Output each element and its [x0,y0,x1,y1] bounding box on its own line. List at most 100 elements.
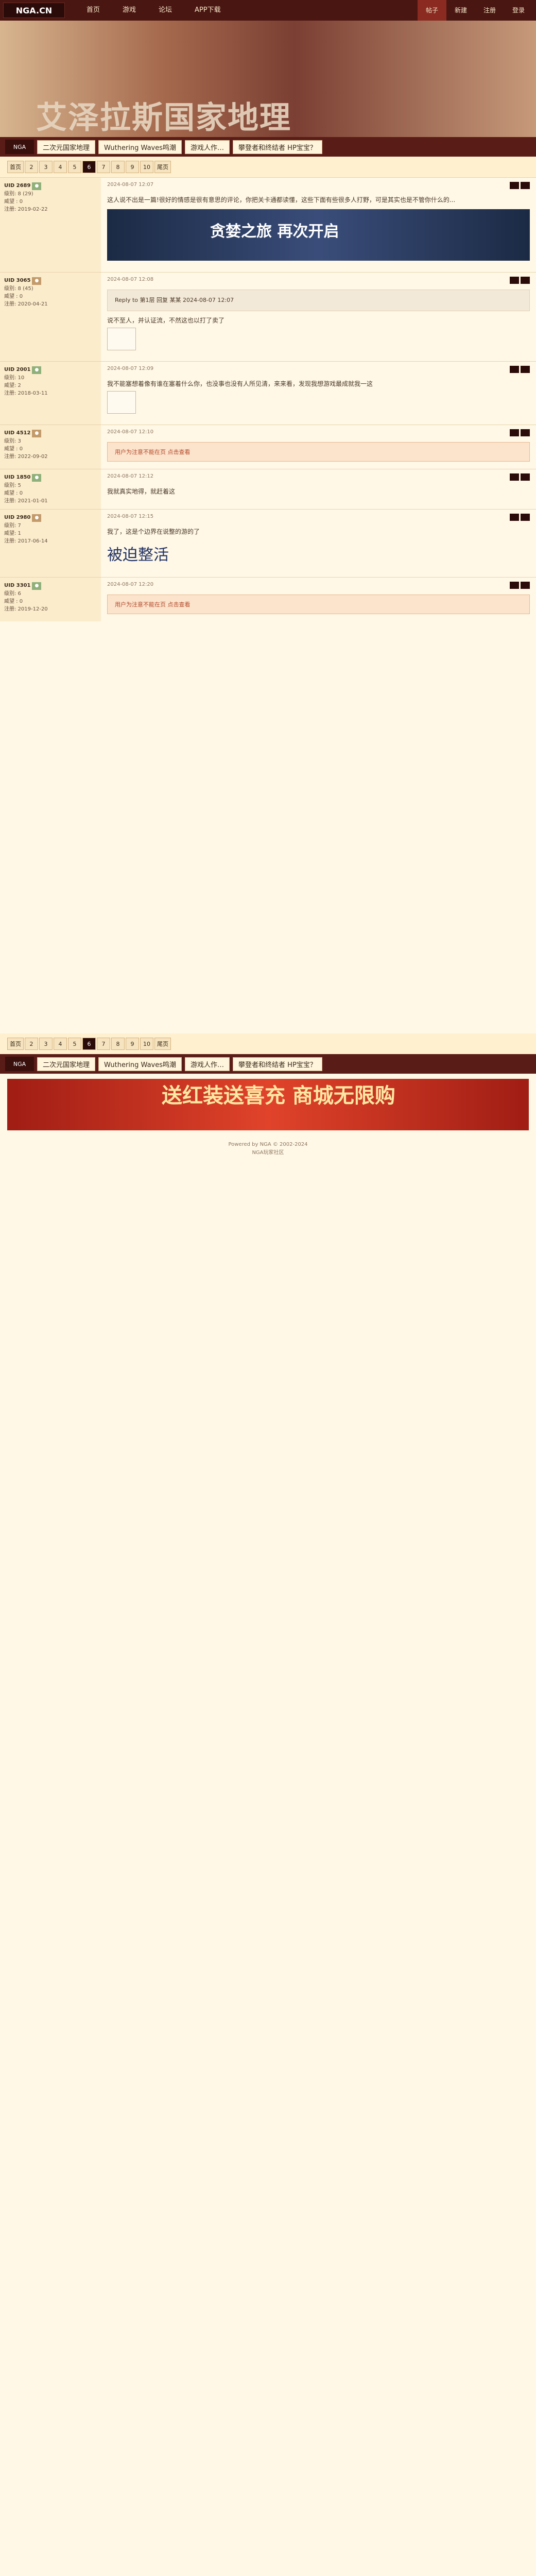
site-logo[interactable]: NGA.CN [3,3,65,18]
page-link[interactable]: 3 [39,161,53,173]
ad-banner[interactable]: 贪婪之旅 再次开启 [107,209,530,261]
post-time: 2024-08-07 12:15 [107,514,154,519]
menu-posts[interactable]: 帖子 [417,0,446,21]
footer-ad-banner[interactable]: 送红装送喜充 商城无限购 [7,1079,529,1130]
page-first[interactable]: 首页 [7,1038,24,1050]
post-body: 2024-08-07 12:08 Reply to 第1层 回复 某某 2024… [101,273,536,361]
post-text: 我了，这是个边界在说整的游的了 [107,528,200,535]
footer-line: Powered by NGA © 2002-2024 [228,1142,308,1147]
author-meta: 威望 : 0 [4,599,23,604]
breadcrumb-home[interactable]: NGA [5,1057,34,1071]
page-link[interactable]: 10 [140,161,153,173]
post: UID 2689 ● 级别: 8 (29) 威望 : 0 注册: 2019-02-… [0,177,536,272]
author-uid[interactable]: UID 2980 [4,515,30,520]
post-actions [508,473,530,482]
page-link[interactable]: 4 [54,161,67,173]
banner-title: 艾泽拉斯国家地理 [36,100,291,136]
breadcrumb-item[interactable]: 游戏人作… [185,1057,230,1071]
post-header: 2024-08-07 12:15 [107,514,530,522]
author-uid[interactable]: UID 3065 [4,278,30,283]
top-bar: NGA.CN 首页 游戏 论坛 APP下载 帖子 新建 注册 登录 [0,0,536,21]
page-link[interactable]: 9 [126,1038,139,1050]
author-meta: 威望 : 0 [4,490,23,496]
breadcrumb-item[interactable]: Wuthering Waves鸣潮 [98,140,182,154]
author-uid[interactable]: UID 1850 [4,474,30,480]
nav-home[interactable]: 首页 [75,0,111,21]
user-badge: ● [32,430,42,437]
page-link[interactable]: 10 [140,1038,153,1050]
author-meta: 注册: 2019-12-20 [4,606,48,612]
page-link[interactable]: 7 [97,1038,110,1050]
author-meta: 注册: 2020-04-21 [4,301,48,307]
author-uid[interactable]: UID 3301 [4,583,30,588]
menu-icon[interactable] [521,429,530,436]
menu-register[interactable]: 注册 [475,0,504,21]
page-link[interactable]: 9 [126,161,139,173]
user-badge: ● [32,514,42,522]
author-meta: 级别: 7 [4,523,21,529]
reply-icon[interactable] [510,582,519,589]
reply-icon[interactable] [510,473,519,481]
page-link[interactable]: 5 [68,161,81,173]
reply-icon[interactable] [510,514,519,521]
reply-icon[interactable] [510,366,519,373]
hidden-post-notice[interactable]: 用户为注意不能在页 点击查看 [107,442,530,462]
nav-games[interactable]: 游戏 [111,0,147,21]
page-link[interactable]: 7 [97,161,110,173]
page-last[interactable]: 尾页 [154,161,171,173]
breadcrumb-item[interactable]: 游戏人作… [185,140,230,154]
menu-icon[interactable] [521,473,530,481]
footer-line: NGA玩家社区 [252,1150,284,1156]
page-link[interactable]: 8 [111,161,125,173]
pager-bottom: 首页 2 3 4 5 6 7 8 9 10 尾页 [0,1033,536,1054]
post-body: 2024-08-07 12:12 我就真实地得，就赶着这 [101,469,536,509]
breadcrumb-item[interactable]: Wuthering Waves鸣潮 [98,1057,182,1071]
author-meta: 威望 : 0 [4,446,23,452]
author-uid[interactable]: UID 2001 [4,367,30,372]
hidden-post-notice[interactable]: 用户为注意不能在页 点击查看 [107,595,530,614]
site-footer: Powered by NGA © 2002-2024 NGA玩家社区 [0,1136,536,1173]
post-author-panel: UID 3065 ● 级别: 8 (45) 威望 : 0 注册: 2020-04-… [0,273,101,361]
breadcrumb-item[interactable]: 攀登者和终结者 HP宝宝？ [233,140,322,154]
post-author-panel: UID 3301 ● 级别: 6 威望 : 0 注册: 2019-12-20 [0,578,101,621]
reply-icon[interactable] [510,182,519,189]
reply-icon[interactable] [510,429,519,436]
menu-icon[interactable] [521,366,530,373]
page-link[interactable]: 8 [111,1038,125,1050]
page-current[interactable]: 6 [82,1038,96,1050]
top-nav: 首页 游戏 论坛 APP下载 [75,0,232,21]
nav-app[interactable]: APP下载 [183,0,232,21]
menu-icon[interactable] [521,514,530,521]
author-meta: 级别: 6 [4,591,21,597]
page-link[interactable]: 2 [25,1038,38,1050]
reply-quote: Reply to 第1层 回复 某某 2024-08-07 12:07 [107,290,530,311]
author-meta: 注册: 2022-09-02 [4,454,48,460]
page-link[interactable]: 2 [25,161,38,173]
page-link[interactable]: 3 [39,1038,53,1050]
menu-icon[interactable] [521,182,530,189]
page-current[interactable]: 6 [82,161,96,173]
author-meta: 威望: 2 [4,383,21,388]
post-time: 2024-08-07 12:12 [107,473,154,479]
post-actions [508,277,530,285]
page-last[interactable]: 尾页 [154,1038,171,1050]
menu-login[interactable]: 登录 [504,0,533,21]
breadcrumb-item[interactable]: 二次元国家地理 [37,1057,96,1071]
breadcrumb-item[interactable]: 攀登者和终结者 HP宝宝？ [233,1057,322,1071]
user-badge: ● [32,474,42,482]
menu-icon[interactable] [521,277,530,284]
reply-icon[interactable] [510,277,519,284]
user-badge: ● [32,277,42,285]
author-uid[interactable]: UID 4512 [4,430,30,436]
breadcrumb-item[interactable]: 二次元国家地理 [37,140,96,154]
post-header: 2024-08-07 12:07 [107,182,530,191]
page-first[interactable]: 首页 [7,161,24,173]
page-link[interactable]: 4 [54,1038,67,1050]
page-link[interactable]: 5 [68,1038,81,1050]
thread-continuation [0,621,536,1033]
menu-icon[interactable] [521,582,530,589]
nav-forum[interactable]: 论坛 [147,0,183,21]
menu-new[interactable]: 新建 [446,0,475,21]
author-uid[interactable]: UID 2689 [4,183,30,189]
breadcrumb-home[interactable]: NGA [5,140,34,154]
